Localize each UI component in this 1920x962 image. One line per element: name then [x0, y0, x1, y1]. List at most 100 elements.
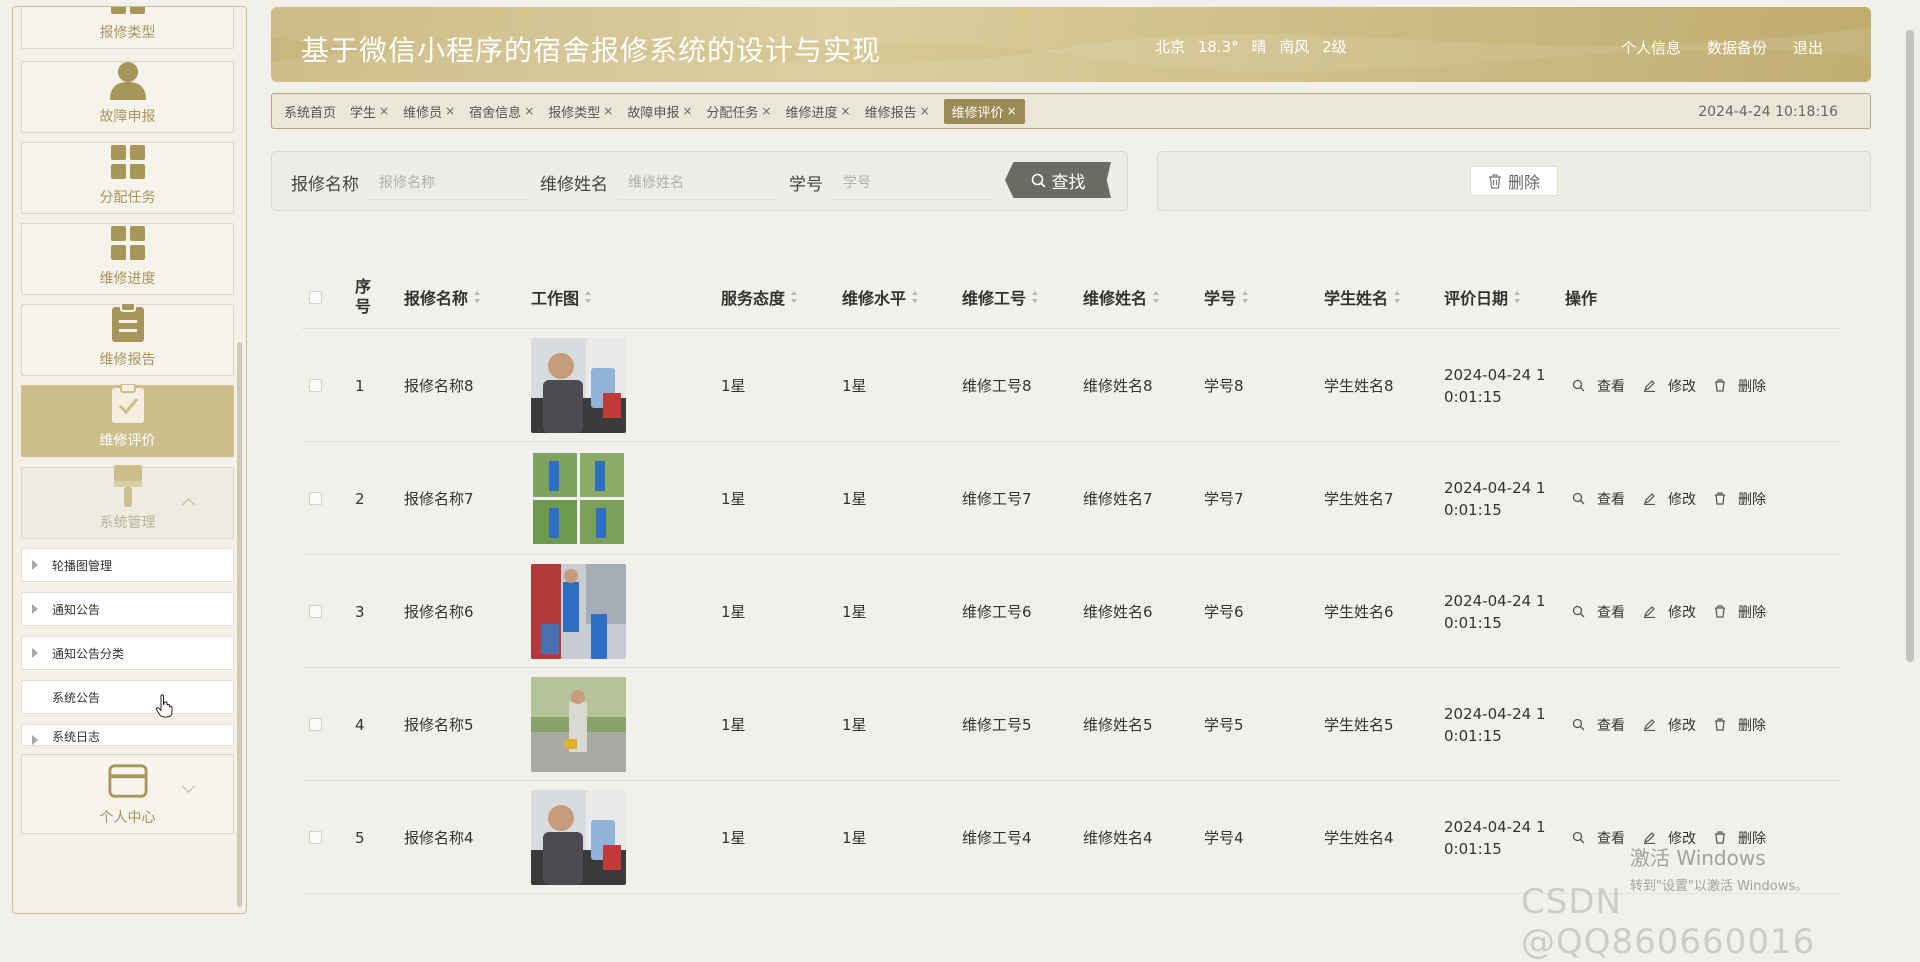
weather-info: 北京 18.3° 晴 南风 2级: [1155, 36, 1355, 57]
col-header-attitude[interactable]: 服务态度: [721, 265, 798, 329]
work-photo[interactable]: [531, 677, 626, 772]
tab-repair-type[interactable]: 报修类型 ×: [548, 102, 613, 121]
cell-staff-no: 维修工号8: [962, 377, 1032, 395]
col-header-label: 工作图: [531, 289, 580, 308]
sidebar-item-fault-report[interactable]: 故障申报: [21, 61, 234, 133]
sidebar-subitem-system-log[interactable]: 系统日志: [21, 724, 234, 746]
sidebar-item-repair-report[interactable]: 维修报告: [21, 303, 234, 376]
col-header-staff-name[interactable]: 维修姓名: [1083, 265, 1160, 329]
tab-repairman[interactable]: 维修员 ×: [403, 102, 455, 121]
date-line: 0:01:15: [1444, 613, 1502, 632]
sidebar-item-repair-progress[interactable]: 维修进度: [21, 223, 234, 295]
row-checkbox[interactable]: [309, 492, 322, 505]
operation-label: 删除: [1738, 717, 1766, 734]
close-icon[interactable]: ×: [920, 104, 930, 118]
sidebar-item-personal-center[interactable]: 个人中心: [21, 754, 234, 834]
row-checkbox[interactable]: [309, 605, 322, 618]
col-header-staff-no[interactable]: 维修工号: [962, 265, 1039, 329]
sidebar-item-repair-evaluation[interactable]: 维修评价: [21, 384, 234, 457]
work-photo[interactable]: [531, 451, 626, 546]
sidebar-item-repair-type[interactable]: 报修类型: [21, 7, 234, 49]
close-icon[interactable]: ×: [524, 104, 534, 118]
col-header-eval-date[interactable]: 评价日期: [1444, 265, 1521, 329]
delete-button[interactable]: 删除: [1714, 489, 1766, 509]
sort-icon[interactable]: [1394, 291, 1401, 303]
tab-student[interactable]: 学生 ×: [350, 102, 389, 121]
page-scrollbar[interactable]: [1906, 30, 1914, 662]
row-checkbox[interactable]: [309, 718, 322, 731]
edit-button[interactable]: 修改: [1643, 602, 1696, 622]
edit-icon: [1643, 718, 1662, 731]
sidebar-item-system-management[interactable]: 系统管理: [21, 465, 234, 539]
tab-dorm-info[interactable]: 宿舍信息 ×: [469, 102, 534, 121]
batch-delete-button[interactable]: 删除: [1470, 166, 1558, 196]
edit-button[interactable]: 修改: [1643, 715, 1696, 735]
work-photo[interactable]: [531, 790, 626, 885]
tab-repair-report[interactable]: 维修报告 ×: [865, 102, 930, 121]
close-icon[interactable]: ×: [682, 104, 692, 118]
close-icon[interactable]: ×: [761, 104, 771, 118]
row-checkbox[interactable]: [309, 831, 322, 844]
col-header-student-no[interactable]: 学号: [1204, 265, 1249, 329]
work-photo[interactable]: [531, 338, 626, 433]
row-checkbox[interactable]: [309, 379, 322, 392]
sidebar-subitem-system-notice[interactable]: 系统公告: [21, 680, 234, 714]
staff-name-input[interactable]: [618, 166, 778, 200]
sort-icon[interactable]: [912, 291, 919, 303]
sidebar-item-label: 维修报告: [99, 352, 156, 368]
tab-fault-report[interactable]: 故障申报 ×: [627, 102, 692, 121]
tab-home[interactable]: 系统首页: [284, 102, 336, 121]
delete-button[interactable]: 删除: [1714, 376, 1766, 396]
select-all-checkbox[interactable]: [309, 290, 322, 304]
work-photo[interactable]: [531, 564, 626, 659]
edit-button[interactable]: 修改: [1643, 489, 1696, 509]
edit-button[interactable]: 修改: [1643, 376, 1696, 396]
search-button[interactable]: 查找: [1005, 162, 1111, 198]
logout-link[interactable]: 退出: [1793, 37, 1823, 58]
sort-icon[interactable]: [474, 291, 481, 303]
col-header-label: 维修水平: [842, 289, 907, 308]
col-header-level[interactable]: 维修水平: [842, 265, 919, 329]
sidebar-item-assign-task[interactable]: 分配任务: [21, 142, 234, 214]
tab-repair-progress[interactable]: 维修进度 ×: [785, 102, 850, 121]
view-button[interactable]: 查看: [1572, 376, 1625, 396]
close-icon[interactable]: ×: [1007, 104, 1017, 118]
tab-repair-evaluation[interactable]: 维修评价 ×: [943, 98, 1025, 124]
cell-operations: 查看 修改 删除: [1572, 555, 1784, 668]
profile-link[interactable]: 个人信息: [1621, 37, 1681, 58]
close-icon[interactable]: ×: [379, 104, 389, 118]
delete-button[interactable]: 删除: [1714, 602, 1766, 622]
col-header-work-image[interactable]: 工作图: [531, 265, 592, 329]
view-button[interactable]: 查看: [1572, 715, 1625, 735]
close-icon[interactable]: ×: [603, 104, 613, 118]
col-header-student-name[interactable]: 学生姓名: [1324, 265, 1401, 329]
date-line: 2024-04-24 1: [1444, 591, 1546, 610]
sort-icon[interactable]: [1032, 291, 1039, 303]
sort-icon[interactable]: [791, 291, 798, 303]
sidebar-subitem-notice[interactable]: 通知公告: [21, 592, 234, 626]
sidebar-subitem-carousel[interactable]: 轮播图管理: [21, 548, 234, 582]
chevron-down-icon[interactable]: [182, 780, 195, 793]
sort-icon[interactable]: [1242, 291, 1249, 303]
operation-label: 修改: [1668, 378, 1696, 395]
close-icon[interactable]: ×: [841, 104, 851, 118]
view-button[interactable]: 查看: [1572, 828, 1625, 848]
sidebar-scrollbar[interactable]: [237, 342, 242, 907]
sort-icon[interactable]: [585, 291, 592, 303]
backup-link[interactable]: 数据备份: [1707, 37, 1767, 58]
repair-name-input[interactable]: [369, 166, 529, 200]
view-button[interactable]: 查看: [1572, 489, 1625, 509]
col-header-repair-name[interactable]: 报修名称: [404, 265, 481, 329]
close-icon[interactable]: ×: [445, 104, 455, 118]
sidebar-subitem-notice-category[interactable]: 通知公告分类: [21, 636, 234, 670]
view-button[interactable]: 查看: [1572, 602, 1625, 622]
table-row: 2 报修名称7 1星 1星 维修工号7 维修姓名7 学号7 学生姓名7 2024-04-24 1…: [301, 442, 1841, 555]
chevron-up-icon[interactable]: [182, 498, 195, 511]
sort-icon[interactable]: [1514, 291, 1521, 303]
sort-icon[interactable]: [1153, 291, 1160, 303]
tab-assign-task[interactable]: 分配任务 ×: [706, 102, 771, 121]
student-no-input[interactable]: [833, 166, 993, 200]
delete-button[interactable]: 删除: [1714, 715, 1766, 735]
tabs-bar: 系统首页 学生 × 维修员 × 宿舍信息 × 报修类型 × 故障申报 × 分配任务 × 维修…: [271, 93, 1871, 129]
sidebar-item-label: 个人中心: [99, 810, 156, 826]
